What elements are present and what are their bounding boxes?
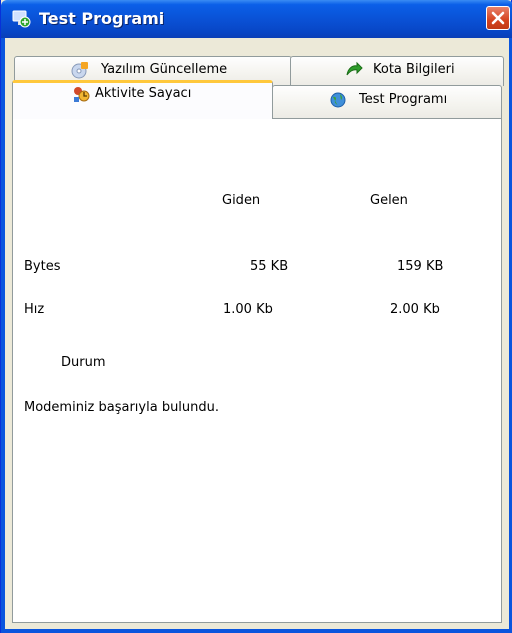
window-frame-left <box>1 38 5 633</box>
window-title: Test Programi <box>39 9 165 28</box>
window-frame-bottom <box>1 629 512 633</box>
row-label-bytes: Bytes <box>24 259 61 274</box>
bytes-sent-value: 55 KB <box>250 259 289 274</box>
tab-aktivite-sayaci[interactable]: Aktivite Sayacı <box>12 80 273 119</box>
bytes-received-value: 159 KB <box>397 259 444 274</box>
tab-kota-bilgileri[interactable]: Kota Bilgileri <box>290 56 504 86</box>
tab-label: Aktivite Sayacı <box>95 86 192 101</box>
app-icon <box>11 9 31 29</box>
speed-received-value: 2.00 Kb <box>390 302 440 317</box>
row-label-speed: Hız <box>24 302 45 317</box>
tab-test-programi[interactable]: Test Programı <box>272 85 502 118</box>
status-heading: Durum <box>61 355 106 370</box>
tab-label: Test Programı <box>359 92 448 107</box>
tab-label: Kota Bilgileri <box>373 62 455 77</box>
activity-counter-icon <box>72 85 90 103</box>
tab-label: Yazılım Güncelleme <box>101 62 228 77</box>
column-header-sent: Giden <box>222 193 261 208</box>
globe-test-icon <box>329 91 347 109</box>
status-message: Modeminiz başarıyla bulundu. <box>24 400 220 415</box>
update-disc-icon <box>71 61 89 79</box>
close-button[interactable] <box>486 6 510 30</box>
column-header-received: Gelen <box>370 193 408 208</box>
title-bar[interactable]: Test Programi <box>1 0 512 38</box>
close-icon <box>491 11 505 25</box>
app-window: Test Programi Yazılım Güncelleme Kota Bi… <box>0 0 512 633</box>
speed-sent-value: 1.00 Kb <box>223 302 273 317</box>
green-arrow-icon <box>345 61 363 79</box>
